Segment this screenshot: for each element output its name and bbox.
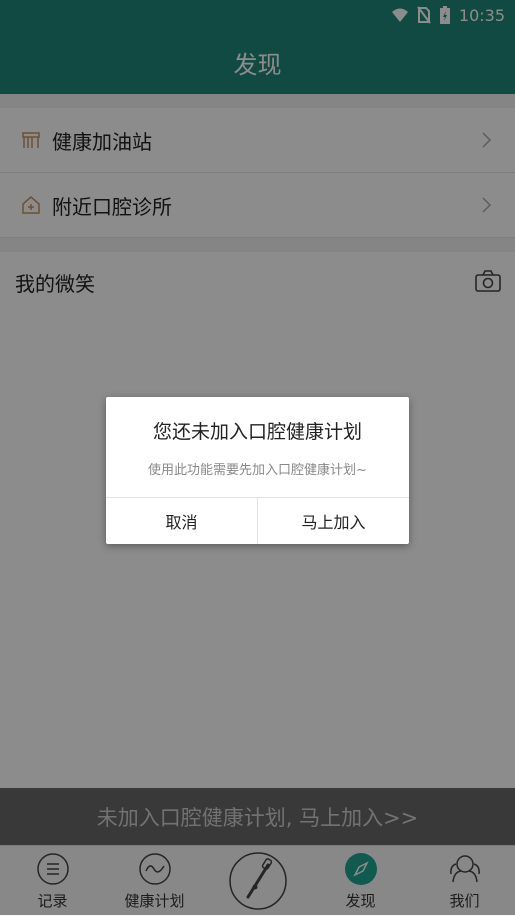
cancel-button[interactable]: 取消 [106, 498, 258, 544]
dialog-message: 使用此功能需要先加入口腔健康计划~ [148, 463, 367, 478]
dialog-title: 您还未加入口腔健康计划 [152, 421, 362, 443]
join-now-button[interactable]: 马上加入 [258, 498, 409, 544]
join-plan-dialog: 您还未加入口腔健康计划 使用此功能需要先加入口腔健康计划~ 取消 马上加入 [106, 397, 409, 544]
